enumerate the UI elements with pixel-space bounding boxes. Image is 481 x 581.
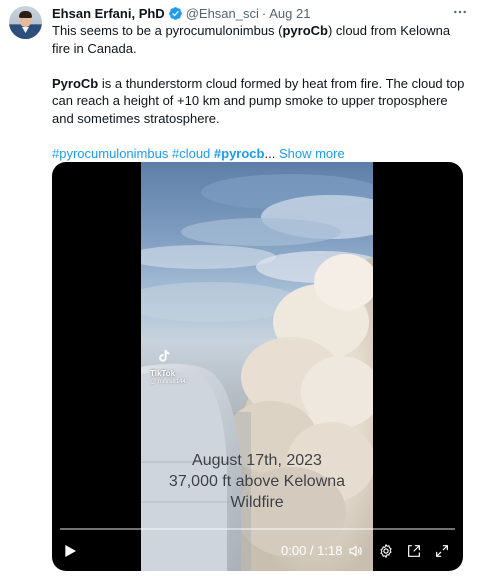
- tweet-header: Ehsan Erfani, PhD @Ehsan_sci · Aug 21: [52, 4, 310, 22]
- verified-badge-icon[interactable]: [168, 6, 183, 21]
- volume-icon[interactable]: [348, 543, 364, 559]
- tiktok-brand: TikTok: [150, 369, 176, 378]
- tweet-card[interactable]: Ehsan Erfani, PhD @Ehsan_sci · Aug 21 Th…: [0, 0, 481, 581]
- fullscreen-icon[interactable]: [434, 543, 450, 559]
- author-name[interactable]: Ehsan Erfani, PhD: [52, 6, 165, 21]
- tweet-text: This seems to be a pyrocumulonimbus (pyr…: [52, 22, 468, 162]
- settings-icon[interactable]: [378, 543, 394, 559]
- video-controls: 0:00 / 1:18: [52, 536, 463, 566]
- separator: ·: [261, 5, 267, 21]
- tweet-paragraph-1: This seems to be a pyrocumulonimbus (pyr…: [52, 23, 451, 56]
- pip-icon[interactable]: [406, 543, 422, 559]
- avatar[interactable]: [9, 6, 42, 39]
- hashtags: #pyrocumulonimbus #cloud #pyrocb... Show…: [52, 145, 345, 161]
- video-timecode: 0:00 / 1:18: [281, 543, 343, 558]
- tiktok-watermark: TikTok @ mifire8144: [150, 348, 200, 386]
- more-icon[interactable]: [451, 3, 469, 21]
- video-caption: August 17th, 2023 37,000 ft above Kelown…: [168, 452, 346, 511]
- hashtag-link[interactable]: #pyrocb: [214, 146, 265, 161]
- play-icon[interactable]: [62, 543, 78, 559]
- show-more-link[interactable]: Show more: [279, 146, 345, 161]
- hashtag-link[interactable]: #cloud: [172, 146, 210, 161]
- hashtag-link[interactable]: #pyrocumulonimbus: [52, 146, 168, 161]
- tiktok-username: @ mifire8144: [150, 379, 186, 385]
- tweet-paragraph-2: PyroCb is a thunderstorm cloud formed by…: [52, 75, 465, 126]
- tweet-date[interactable]: Aug 21: [269, 6, 310, 21]
- author-handle[interactable]: @Ehsan_sci: [186, 6, 259, 21]
- video-progress-bar[interactable]: [60, 528, 455, 530]
- tiktok-logo-icon: [159, 350, 170, 362]
- bold-term: PyroCb: [52, 75, 99, 91]
- video-player[interactable]: TikTok @ mifire8144 August 17th, 2023 37…: [52, 162, 463, 571]
- bold-term: pyroCb: [282, 23, 328, 38]
